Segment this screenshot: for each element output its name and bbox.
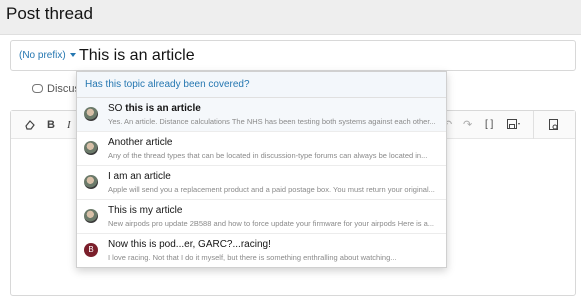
page-title: Post thread: [6, 4, 93, 23]
bbcode-toggle-button[interactable]: [ ]: [485, 119, 493, 131]
similar-thread-snippet: I love racing. Not that I do it myself, …: [108, 253, 397, 262]
discussion-tab[interactable]: Discus: [32, 83, 80, 95]
similar-thread-title: This is my article: [108, 205, 183, 216]
prefix-label: (No prefix): [19, 50, 66, 61]
similar-thread-item[interactable]: B Now this is pod...er, GARC?...racing! …: [77, 234, 446, 268]
similar-threads-heading: Has this topic already been covered?: [77, 72, 446, 98]
preview-icon[interactable]: [548, 119, 560, 134]
similar-thread-title: Another article: [108, 137, 173, 148]
similar-thread-title: Now this is pod...er, GARC?...racing!: [108, 239, 271, 250]
similar-thread-snippet: Any of the thread types that can be loca…: [108, 151, 428, 160]
similar-thread-snippet: New airpods pro update 2B588 and how to …: [108, 219, 435, 228]
thread-title-row: (No prefix): [10, 40, 576, 71]
prefix-dropdown[interactable]: (No prefix): [15, 46, 80, 66]
similar-thread-item[interactable]: This is my article New airpods pro updat…: [77, 200, 446, 234]
similar-thread-item[interactable]: SO this is an article Yes. An article. D…: [77, 98, 446, 132]
chevron-down-icon: [69, 53, 76, 58]
avatar: [84, 209, 98, 223]
avatar: [84, 175, 98, 189]
avatar: B: [84, 243, 98, 257]
toolbar-divider: [533, 111, 534, 139]
similar-threads-dropdown: Has this topic already been covered? SO …: [76, 71, 447, 268]
thread-title-input[interactable]: [79, 44, 559, 68]
similar-thread-title: SO this is an article: [108, 103, 201, 114]
similar-thread-item[interactable]: Another article Any of the thread types …: [77, 132, 446, 166]
save-draft-icon[interactable]: [507, 119, 521, 133]
similar-thread-snippet: Yes. An article. Distance calculations T…: [108, 117, 436, 126]
avatar: [84, 107, 98, 121]
redo-icon[interactable]: ↷: [463, 119, 472, 131]
italic-button[interactable]: I: [67, 119, 71, 131]
similar-thread-title: I am an article: [108, 171, 171, 182]
avatar: [84, 141, 98, 155]
chat-bubble-icon: [32, 84, 43, 93]
similar-thread-snippet: Apple will send you a replacement produc…: [108, 185, 435, 194]
similar-thread-item[interactable]: I am an article Apple will send you a re…: [77, 166, 446, 200]
eraser-icon[interactable]: [25, 119, 36, 130]
bold-button[interactable]: B: [47, 119, 55, 131]
